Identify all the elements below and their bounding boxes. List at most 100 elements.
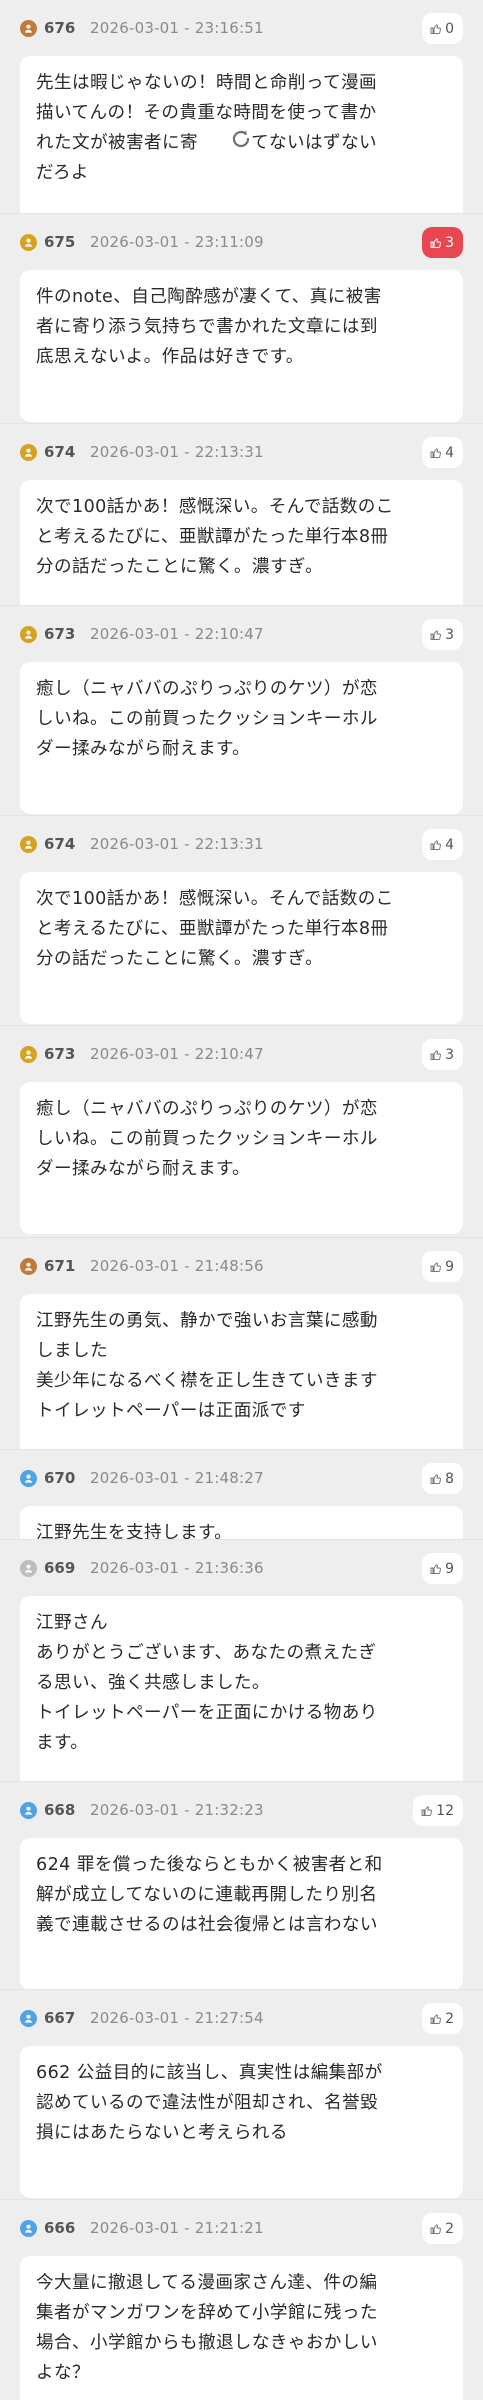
like-button[interactable]: 4	[422, 437, 463, 468]
like-button[interactable]: 3	[422, 619, 463, 650]
comment-text-line: ダー揉みながら耐えます。	[36, 739, 251, 759]
comment-text-line: 義で連載させるのは社会復帰とは言わない	[36, 1915, 378, 1935]
comment-text-line: 今大量に撤退してる漫画家さん達、件の編	[36, 2273, 378, 2293]
comment-text-line: ます。	[36, 1733, 89, 1753]
comment-text-line: トイレットペーパーを正面にかける物あり	[36, 1703, 378, 1723]
comment-timestamp: 2026-03-01 - 22:10:47	[90, 625, 264, 643]
comment-timestamp: 2026-03-01 - 21:21:21	[90, 2219, 264, 2237]
comment-text-line: 江野さん	[36, 1613, 108, 1633]
post-divider	[0, 605, 483, 606]
comment-number: 669	[44, 1559, 76, 1577]
comment-header: 675 2026-03-01 - 23:11:09 3	[0, 214, 483, 270]
comment-timestamp: 2026-03-01 - 22:10:47	[90, 1045, 264, 1063]
comment-text-line: 癒し（ニャババのぷりっぷりのケツ）が恋	[36, 679, 378, 699]
like-button[interactable]: 0	[422, 13, 463, 44]
thumbs-up-icon	[430, 1473, 442, 1485]
comment-header: 674 2026-03-01 - 22:13:31 4	[0, 424, 483, 480]
comment-post: 668 2026-03-01 - 21:32:23 12 624 罪を償った後ならとも…	[0, 1782, 483, 2004]
like-button[interactable]: 9	[422, 1251, 463, 1282]
comment-number: 668	[44, 1801, 76, 1819]
comment-text-line: しいね。この前買ったクッションキーホル	[36, 1129, 378, 1149]
comment-timestamp: 2026-03-01 - 21:36:36	[90, 1559, 264, 1577]
comment-header: 668 2026-03-01 - 21:32:23 12	[0, 1782, 483, 1838]
comment-number: 675	[44, 233, 76, 251]
comment-text-line: 集者がマンガワンを辞めて小学館に残った	[36, 2303, 378, 2323]
comment-text-line: る思い、強く共感しました。	[36, 1673, 270, 1693]
comment-text-line: 損にはあたらないと考えられる	[36, 2123, 288, 2143]
post-divider	[0, 1539, 483, 1540]
thumbs-up-icon	[430, 1261, 442, 1273]
comment-text-line: 江野先生の勇気、静かで強いお言葉に感動	[36, 1311, 378, 1331]
like-count: 9	[445, 1258, 454, 1275]
post-divider	[0, 423, 483, 424]
like-count: 2	[445, 2010, 454, 2027]
comment-number: 674	[44, 443, 76, 461]
user-badge-icon	[20, 1046, 37, 1063]
comment-text-line: 分の話だったことに驚く。濃すぎ。	[36, 949, 324, 969]
user-badge-icon	[20, 836, 37, 853]
comment-text-line: しました	[36, 1341, 108, 1361]
user-badge-icon	[20, 234, 37, 251]
comment-number: 676	[44, 19, 76, 37]
comment-timestamp: 2026-03-01 - 23:11:09	[90, 233, 264, 251]
comment-body: 662 公益目的に該当し、真実性は編集部が 認めているので違法性が阻却され、名誉毀…	[20, 2046, 463, 2198]
comment-number: 667	[44, 2009, 76, 2027]
like-button[interactable]: 3	[422, 227, 463, 258]
comment-text-line: 認めているので違法性が阻却され、名誉毀	[36, 2093, 379, 2113]
comment-text-line: ダー揉みながら耐えます。	[36, 1159, 251, 1179]
comment-timestamp: 2026-03-01 - 21:27:54	[90, 2009, 264, 2027]
like-count: 3	[445, 234, 454, 251]
post-divider	[0, 1237, 483, 1238]
comment-text-line: 者に寄り添う気持ちで書かれた文章には到	[36, 317, 378, 337]
post-divider	[0, 1989, 483, 1990]
post-divider	[0, 2199, 483, 2200]
comment-header: 673 2026-03-01 - 22:10:47 3	[0, 1026, 483, 1082]
comment-header: 673 2026-03-01 - 22:10:47 3	[0, 606, 483, 662]
post-divider	[0, 815, 483, 816]
post-divider	[0, 213, 483, 214]
comment-body: 癒し（ニャババのぷりっぷりのケツ）が恋 しいね。この前買ったクッションキーホル ダー…	[20, 1082, 463, 1234]
comment-text-line: よな？	[36, 2363, 90, 2383]
comment-timestamp: 2026-03-01 - 21:48:56	[90, 1257, 264, 1275]
user-badge-icon	[20, 444, 37, 461]
like-button[interactable]: 8	[422, 1463, 463, 1494]
comment-post: 674 2026-03-01 - 22:13:31 4 次で100話かあ！感慨深い。そ…	[0, 816, 483, 1038]
comment-body: 癒し（ニャババのぷりっぷりのケツ）が恋 しいね。この前買ったクッションキーホル ダー…	[20, 662, 463, 814]
comment-body: 624 罪を償った後ならともかく被害者と和 解が成立してないのに連載再開したり別名…	[20, 1838, 463, 1990]
comment-text-line: トイレットペーパーは正面派です	[36, 1401, 306, 1421]
post-divider	[0, 1025, 483, 1026]
comment-body: 今大量に撤退してる漫画家さん達、件の編 集者がマンガワンを辞めて小学館に残った 場合…	[20, 2256, 463, 2400]
user-badge-icon	[20, 1470, 37, 1487]
like-count: 12	[436, 1802, 454, 1819]
comment-text-line: 662 公益目的に該当し、真実性は編集部が	[36, 2063, 383, 2083]
comment-text-line: しいね。この前買ったクッションキーホル	[36, 709, 378, 729]
like-count: 3	[445, 626, 454, 643]
comment-text-line: 底思えないよ。作品は好きです。	[36, 347, 304, 367]
like-button[interactable]: 2	[422, 2213, 463, 2244]
like-count: 9	[445, 1560, 454, 1577]
like-button[interactable]: 3	[422, 1039, 463, 1070]
comment-number: 671	[44, 1257, 76, 1275]
comment-timestamp: 2026-03-01 - 23:16:51	[90, 19, 264, 37]
comment-text-line: 美少年になるべく襟を正し生きていきます	[36, 1371, 378, 1391]
comment-text-line: 次で100話かあ！感慨深い。そんで話数のこ	[36, 497, 394, 517]
comment-text-line: 先生は暇じゃないの！時間と命削って漫画	[36, 73, 378, 93]
comment-timestamp: 2026-03-01 - 21:32:23	[90, 1801, 264, 1819]
user-badge-icon	[20, 626, 37, 643]
like-button[interactable]: 9	[422, 1553, 463, 1584]
user-badge-icon	[20, 1560, 37, 1577]
like-button[interactable]: 12	[413, 1795, 463, 1826]
comment-text-line: 場合、小学館からも撤退しなきゃおかしい	[36, 2333, 378, 2353]
thumbs-up-icon	[430, 839, 442, 851]
user-badge-icon	[20, 2010, 37, 2027]
comment-text-line: 描いてんの！その貴重な時間を使って書か	[36, 103, 377, 123]
loading-spinner-icon	[227, 125, 255, 153]
comment-timestamp: 2026-03-01 - 22:13:31	[90, 835, 264, 853]
like-count: 8	[445, 1470, 454, 1487]
comment-post: 675 2026-03-01 - 23:11:09 3 件のnote、自己陶酔感が凄く…	[0, 214, 483, 436]
comment-text-line: 解が成立してないのに連載再開したり別名	[36, 1885, 378, 1905]
like-button[interactable]: 4	[422, 829, 463, 860]
comment-number: 670	[44, 1469, 76, 1487]
comment-text-line: 癒し（ニャババのぷりっぷりのケツ）が恋	[36, 1099, 378, 1119]
like-button[interactable]: 2	[422, 2003, 463, 2034]
